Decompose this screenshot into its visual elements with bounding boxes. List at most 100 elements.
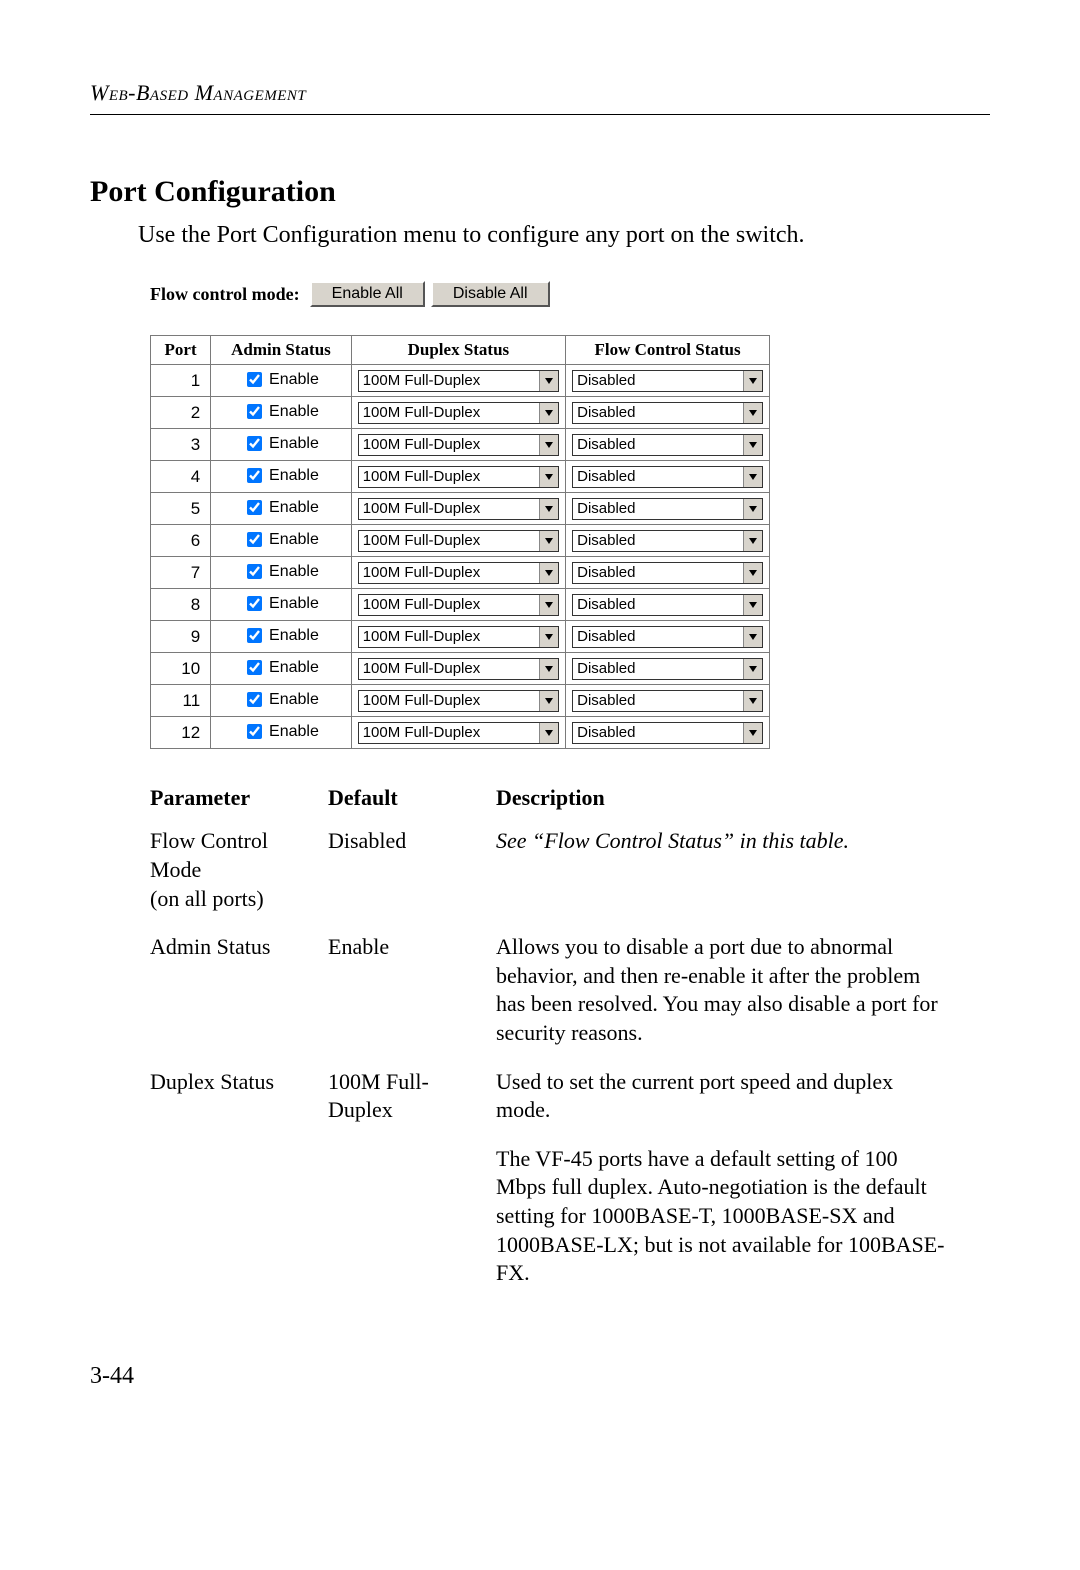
enable-checkbox[interactable] <box>247 372 262 387</box>
chevron-down-icon[interactable] <box>539 499 558 519</box>
enable-checkbox[interactable] <box>247 532 262 547</box>
flow-control-select[interactable]: Disabled <box>572 658 763 680</box>
flow-value: Disabled <box>573 563 743 583</box>
param-name: Flow Control Mode (on all ports) <box>150 821 328 927</box>
admin-enable-checkbox[interactable]: Enable <box>243 721 319 742</box>
duplex-select[interactable]: 100M Full-Duplex <box>358 722 559 744</box>
enable-checkbox[interactable] <box>247 564 262 579</box>
admin-enable-checkbox[interactable]: Enable <box>243 689 319 710</box>
table-row: 10Enable100M Full-DuplexDisabled <box>151 653 770 685</box>
chevron-down-icon[interactable] <box>743 403 762 423</box>
port-number: 4 <box>151 461 211 493</box>
enable-checkbox[interactable] <box>247 596 262 611</box>
enable-checkbox[interactable] <box>247 436 262 451</box>
chevron-down-icon[interactable] <box>743 627 762 647</box>
chevron-down-icon[interactable] <box>539 467 558 487</box>
flow-control-select[interactable]: Disabled <box>572 594 763 616</box>
chevron-down-icon[interactable] <box>743 531 762 551</box>
table-row: 7Enable100M Full-DuplexDisabled <box>151 557 770 589</box>
chevron-down-icon[interactable] <box>743 435 762 455</box>
chevron-down-icon[interactable] <box>539 627 558 647</box>
chevron-down-icon[interactable] <box>539 403 558 423</box>
duplex-select[interactable]: 100M Full-Duplex <box>358 434 559 456</box>
chevron-down-icon[interactable] <box>743 723 762 743</box>
admin-enable-checkbox[interactable]: Enable <box>243 657 319 678</box>
chevron-down-icon[interactable] <box>743 595 762 615</box>
enable-checkbox[interactable] <box>247 628 262 643</box>
enable-label: Enable <box>269 371 319 389</box>
chevron-down-icon[interactable] <box>539 595 558 615</box>
flow-control-select[interactable]: Disabled <box>572 466 763 488</box>
flow-control-select[interactable]: Disabled <box>572 498 763 520</box>
chevron-down-icon[interactable] <box>539 563 558 583</box>
flow-control-select[interactable]: Disabled <box>572 530 763 552</box>
chevron-down-icon[interactable] <box>743 691 762 711</box>
duplex-value: 100M Full-Duplex <box>359 627 539 647</box>
param-head-default: Default <box>328 785 496 821</box>
chevron-down-icon[interactable] <box>743 371 762 391</box>
table-row: 5Enable100M Full-DuplexDisabled <box>151 493 770 525</box>
duplex-select[interactable]: 100M Full-Duplex <box>358 658 559 680</box>
flow-control-select[interactable]: Disabled <box>572 562 763 584</box>
admin-enable-checkbox[interactable]: Enable <box>243 529 319 550</box>
admin-enable-checkbox[interactable]: Enable <box>243 625 319 646</box>
admin-enable-checkbox[interactable]: Enable <box>243 401 319 422</box>
duplex-select[interactable]: 100M Full-Duplex <box>358 466 559 488</box>
chevron-down-icon[interactable] <box>539 659 558 679</box>
flow-control-select[interactable]: Disabled <box>572 690 763 712</box>
enable-label: Enable <box>269 563 319 581</box>
duplex-value: 100M Full-Duplex <box>359 691 539 711</box>
flow-control-select[interactable]: Disabled <box>572 370 763 392</box>
disable-all-button[interactable]: Disable All <box>431 281 550 307</box>
admin-enable-checkbox[interactable]: Enable <box>243 593 319 614</box>
duplex-select[interactable]: 100M Full-Duplex <box>358 402 559 424</box>
flow-value: Disabled <box>573 659 743 679</box>
col-port: Port <box>151 336 211 365</box>
duplex-select[interactable]: 100M Full-Duplex <box>358 498 559 520</box>
admin-enable-checkbox[interactable]: Enable <box>243 433 319 454</box>
duplex-value: 100M Full-Duplex <box>359 467 539 487</box>
table-row: 3Enable100M Full-DuplexDisabled <box>151 429 770 461</box>
enable-all-button[interactable]: Enable All <box>310 281 425 307</box>
duplex-select[interactable]: 100M Full-Duplex <box>358 690 559 712</box>
enable-checkbox[interactable] <box>247 404 262 419</box>
duplex-select[interactable]: 100M Full-Duplex <box>358 626 559 648</box>
param-row: The VF-45 ports have a default setting o… <box>150 1139 970 1302</box>
chevron-down-icon[interactable] <box>539 691 558 711</box>
table-row: 8Enable100M Full-DuplexDisabled <box>151 589 770 621</box>
flow-value: Disabled <box>573 627 743 647</box>
admin-enable-checkbox[interactable]: Enable <box>243 561 319 582</box>
flow-control-select[interactable]: Disabled <box>572 434 763 456</box>
admin-enable-checkbox[interactable]: Enable <box>243 497 319 518</box>
duplex-select[interactable]: 100M Full-Duplex <box>358 370 559 392</box>
header-rule <box>90 114 990 115</box>
port-number: 2 <box>151 397 211 429</box>
duplex-select[interactable]: 100M Full-Duplex <box>358 594 559 616</box>
port-config-table: Port Admin Status Duplex Status Flow Con… <box>150 335 770 749</box>
chevron-down-icon[interactable] <box>743 563 762 583</box>
param-name: Duplex Status <box>150 1062 328 1139</box>
chevron-down-icon[interactable] <box>539 531 558 551</box>
flow-control-select[interactable]: Disabled <box>572 402 763 424</box>
enable-checkbox[interactable] <box>247 500 262 515</box>
duplex-select[interactable]: 100M Full-Duplex <box>358 530 559 552</box>
enable-checkbox[interactable] <box>247 692 262 707</box>
admin-enable-checkbox[interactable]: Enable <box>243 465 319 486</box>
chevron-down-icon[interactable] <box>539 435 558 455</box>
admin-enable-checkbox[interactable]: Enable <box>243 369 319 390</box>
chevron-down-icon[interactable] <box>539 371 558 391</box>
chevron-down-icon[interactable] <box>743 659 762 679</box>
chevron-down-icon[interactable] <box>743 499 762 519</box>
enable-checkbox[interactable] <box>247 468 262 483</box>
chevron-down-icon[interactable] <box>539 723 558 743</box>
flow-control-select[interactable]: Disabled <box>572 626 763 648</box>
flow-control-select[interactable]: Disabled <box>572 722 763 744</box>
section-intro: Use the Port Configuration menu to confi… <box>138 219 990 251</box>
port-number: 12 <box>151 717 211 749</box>
duplex-select[interactable]: 100M Full-Duplex <box>358 562 559 584</box>
param-row: Duplex Status100M Full-DuplexUsed to set… <box>150 1062 970 1139</box>
chevron-down-icon[interactable] <box>743 467 762 487</box>
enable-checkbox[interactable] <box>247 724 262 739</box>
param-head-parameter: Parameter <box>150 785 328 821</box>
enable-checkbox[interactable] <box>247 660 262 675</box>
